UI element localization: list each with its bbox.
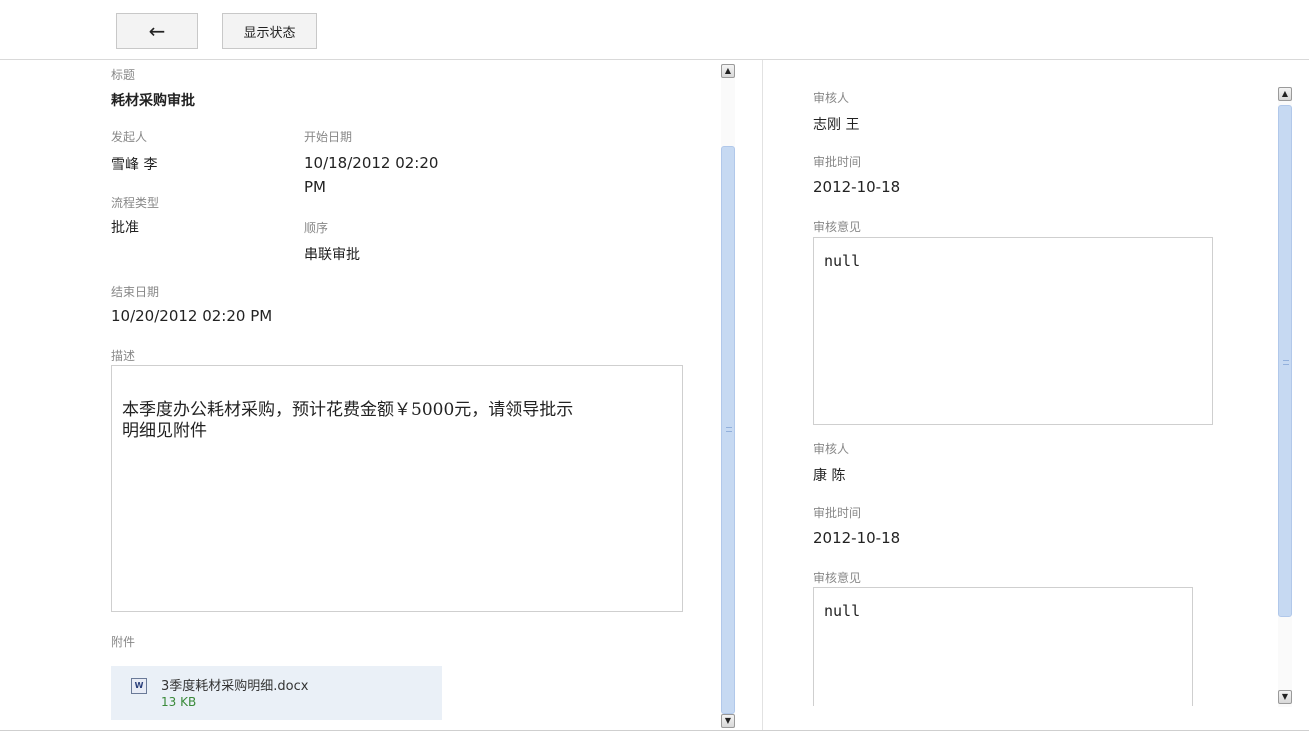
description-text-line2: 明细见附件	[122, 421, 207, 442]
flow-type-label: 流程类型	[111, 196, 160, 210]
back-arrow-icon: ←	[148, 19, 166, 43]
reviewer-label: 审核人	[813, 91, 850, 105]
scroll-thumb[interactable]	[721, 146, 735, 714]
description-box[interactable]: 本季度办公耗材采购，预计花费金额￥5000元，请领导批示 明细见附件	[111, 365, 683, 612]
end-date-value: 10/20/2012 02:20 PM	[111, 307, 273, 325]
order-label: 顺序	[304, 221, 329, 235]
reviewer-label: 审核人	[813, 442, 850, 456]
attachment-label: 附件	[111, 635, 136, 649]
attachment-item[interactable]: W 3季度耗材采购明细.docx 13 KB	[111, 666, 442, 720]
word-doc-icon: W	[131, 678, 147, 694]
attachment-name[interactable]: 3季度耗材采购明细.docx	[161, 675, 308, 694]
review-time-label: 审批时间	[813, 506, 862, 520]
start-date-value: 10/18/2012 02:20	[304, 154, 439, 172]
title-label: 标题	[111, 68, 136, 82]
scroll-down-icon[interactable]: ▼	[721, 714, 735, 728]
scroll-grip-icon	[726, 427, 732, 432]
show-status-button[interactable]: 显示状态	[222, 13, 317, 49]
flow-type-value: 批准	[111, 220, 139, 236]
attachment-size: 13 KB	[161, 695, 197, 709]
review-opinion-text: null	[824, 252, 861, 270]
reviewer-value: 康 陈	[813, 468, 846, 484]
description-text-line1: 本季度办公耗材采购，预计花费金额￥5000元，请领导批示	[122, 400, 574, 420]
scroll-grip-icon	[1283, 360, 1289, 365]
review-scrollbar[interactable]: ▲ ▼	[1278, 87, 1292, 707]
initiator-value: 雪峰 李	[111, 157, 158, 173]
end-date-label: 结束日期	[111, 285, 160, 299]
initiator-label: 发起人	[111, 130, 148, 144]
pane-divider	[762, 60, 763, 730]
review-opinion-text: null	[824, 602, 861, 620]
details-scrollbar[interactable]: ▲ ▼	[721, 64, 735, 728]
review-opinion-label: 审核意见	[813, 571, 862, 585]
bottom-border	[0, 730, 1309, 731]
reviewer-value: 志刚 王	[813, 117, 860, 133]
review-opinion-box[interactable]: null	[813, 587, 1193, 706]
review-opinion-label: 审核意见	[813, 220, 862, 234]
review-time-value: 2012-10-18	[813, 529, 901, 547]
title-value: 耗材采购审批	[111, 93, 195, 109]
back-button[interactable]: ←	[116, 13, 198, 49]
review-opinion-box[interactable]: null	[813, 237, 1213, 425]
order-value: 串联审批	[304, 247, 360, 263]
toolbar: ← 显示状态	[0, 0, 1309, 60]
scroll-up-icon[interactable]: ▲	[1278, 87, 1292, 101]
review-time-label: 审批时间	[813, 155, 862, 169]
scroll-up-icon[interactable]: ▲	[721, 64, 735, 78]
scroll-down-icon[interactable]: ▼	[1278, 690, 1292, 704]
start-date-value-cont: PM	[304, 178, 326, 196]
review-time-value: 2012-10-18	[813, 178, 901, 196]
start-date-label: 开始日期	[304, 130, 353, 144]
scroll-thumb[interactable]	[1278, 105, 1292, 617]
description-label: 描述	[111, 349, 136, 363]
